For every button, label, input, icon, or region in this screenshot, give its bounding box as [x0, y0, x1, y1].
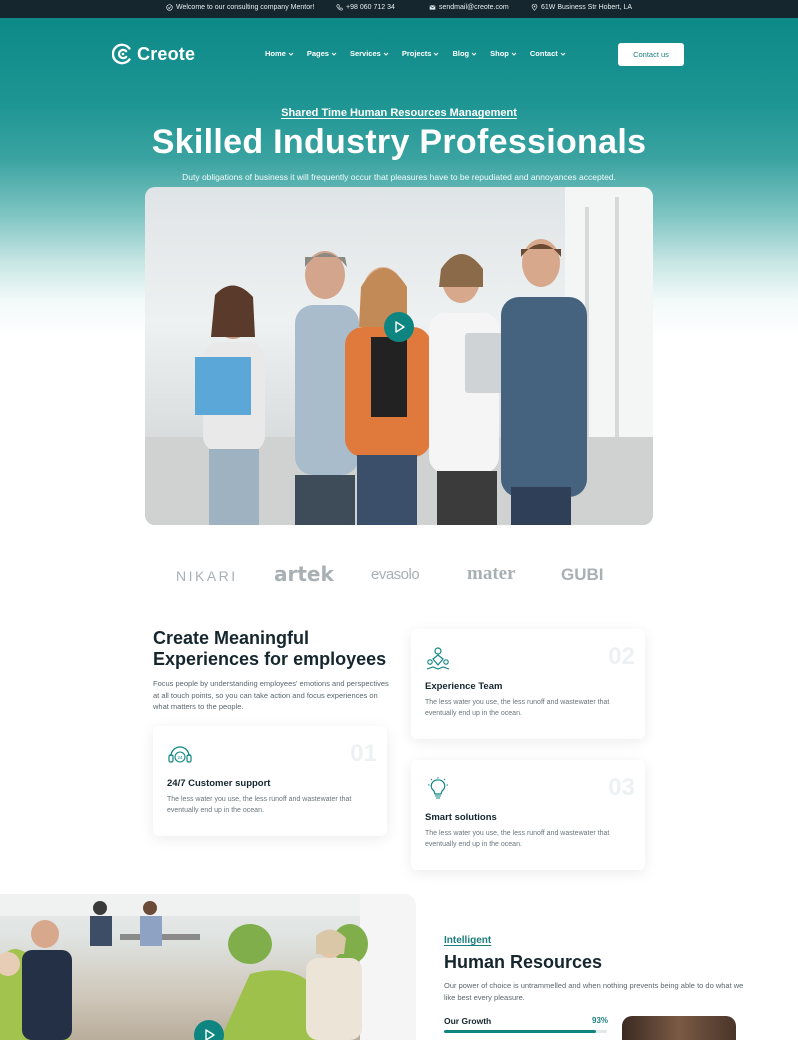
feature-card-customer-support[interactable]: 01 24 24/7 Customer support The less wat…: [153, 726, 387, 836]
address-text: 61W Business Str Hobert, LA: [541, 4, 633, 11]
hr-eyebrow: Intelligent: [444, 935, 492, 946]
team-icon: [426, 647, 450, 670]
hr-description: Our power of choice is untrammelled and …: [444, 981, 744, 1002]
brand-logo-gubi[interactable]: GUBI: [561, 565, 604, 585]
feature-card-smart-solutions[interactable]: 03 Smart solutions The less water you us…: [411, 760, 645, 870]
nav-item-contact[interactable]: Contact: [530, 49, 566, 58]
chevron-down-icon: [434, 52, 439, 56]
location-pin-icon: [531, 4, 538, 11]
features-description: Focus people by understanding employees'…: [153, 679, 389, 711]
play-icon: [205, 1029, 215, 1040]
chevron-down-icon: [288, 52, 294, 56]
card-title: 24/7 Customer support: [167, 778, 271, 789]
welcome-text: Welcome to our consulting company Mentor…: [176, 4, 315, 11]
email-text: sendmail@creote.com: [439, 4, 509, 11]
lightbulb-icon: [428, 777, 448, 799]
card-text: The less water you use, the less runoff …: [425, 699, 610, 717]
office-photo-illustration: [0, 894, 416, 1040]
hero-eyebrow: Shared Time Human Resources Management: [0, 107, 798, 119]
main-nav: Home Pages Services Projects Blog Shop C…: [265, 49, 566, 58]
nav-label: Contact: [529, 49, 558, 58]
hero-eyebrow-text: Shared Time Human Resources Management: [281, 107, 517, 119]
hero-team-photo: [145, 187, 653, 525]
brand-logo-artek[interactable]: artek: [274, 562, 334, 586]
office-meeting-photo: [0, 894, 416, 1040]
email-info[interactable]: sendmail@creote.com: [429, 4, 509, 11]
team-thumbnail-photo: [622, 1016, 736, 1040]
headset-icon: 24: [168, 746, 192, 763]
welcome-message: Welcome to our consulting company Mentor…: [166, 4, 314, 11]
mail-icon: [429, 5, 436, 10]
hero-subtitle: Duty obligations of business it will fre…: [182, 172, 616, 182]
address-info: 61W Business Str Hobert, LA: [531, 4, 632, 11]
growth-percentage: 93%: [592, 1016, 609, 1025]
chevron-down-icon: [560, 52, 566, 56]
brand-logo-evasolo[interactable]: evasolo: [371, 566, 420, 583]
contact-us-button[interactable]: Contact us: [618, 43, 684, 66]
nav-item-projects[interactable]: Projects: [402, 49, 440, 58]
nav-item-shop[interactable]: Shop: [490, 49, 517, 58]
phone-icon: [336, 4, 343, 11]
team-photo-illustration: [145, 187, 653, 525]
card-number: 01: [350, 740, 377, 767]
phone-info[interactable]: +98 060 712 34: [336, 4, 395, 11]
top-info-bar: Welcome to our consulting company Mentor…: [0, 0, 798, 18]
play-icon: [395, 321, 405, 333]
brand-logo-nikari[interactable]: NIKARI: [176, 568, 238, 584]
card-title: Smart solutions: [425, 812, 497, 823]
card-text: The less water you use, the less runoff …: [425, 830, 610, 848]
svg-text:24: 24: [177, 755, 183, 760]
check-circle-icon: [166, 4, 173, 11]
card-number: 03: [608, 774, 635, 801]
nav-item-blog[interactable]: Blog: [452, 49, 477, 58]
card-number: 02: [608, 643, 635, 670]
nav-label: Projects: [401, 49, 432, 58]
nav-label: Services: [349, 49, 381, 58]
growth-label: Our Growth: [444, 1016, 492, 1026]
site-logo[interactable]: Creote: [112, 43, 195, 65]
hero-title: Skilled Industry Professionals: [151, 123, 647, 161]
chevron-down-icon: [511, 52, 517, 56]
chevron-down-icon: [331, 52, 337, 56]
nav-label: Home: [265, 49, 286, 58]
hero-play-video-button[interactable]: [384, 312, 414, 342]
feature-card-experience-team[interactable]: 02 Experience Team The less water you us…: [411, 629, 645, 739]
hr-title: Human Resources: [444, 952, 603, 972]
growth-progress-fill: [444, 1030, 596, 1033]
logo-text: Creote: [137, 43, 196, 64]
brand-logo-mater[interactable]: mater: [467, 563, 516, 585]
logo-icon: [112, 43, 131, 65]
nav-label: Pages: [306, 49, 329, 58]
nav-item-services[interactable]: Services: [350, 49, 389, 58]
features-title-line-1: Create Meaningful: [153, 628, 310, 648]
card-title: Experience Team: [425, 681, 503, 692]
card-text: The less water you use, the less runoff …: [167, 796, 352, 814]
nav-label: Blog: [452, 49, 470, 58]
features-title-line-2: Experiences for employees: [153, 649, 387, 669]
chevron-down-icon: [383, 52, 389, 56]
nav-item-pages[interactable]: Pages: [307, 49, 337, 58]
features-title: Create Meaningful Experiences for employ…: [153, 628, 403, 670]
nav-item-home[interactable]: Home: [265, 49, 294, 58]
phone-text: +98 060 712 34: [346, 4, 395, 11]
nav-label: Shop: [490, 49, 509, 58]
growth-progress-bar: [444, 1030, 607, 1033]
chevron-down-icon: [471, 52, 477, 56]
